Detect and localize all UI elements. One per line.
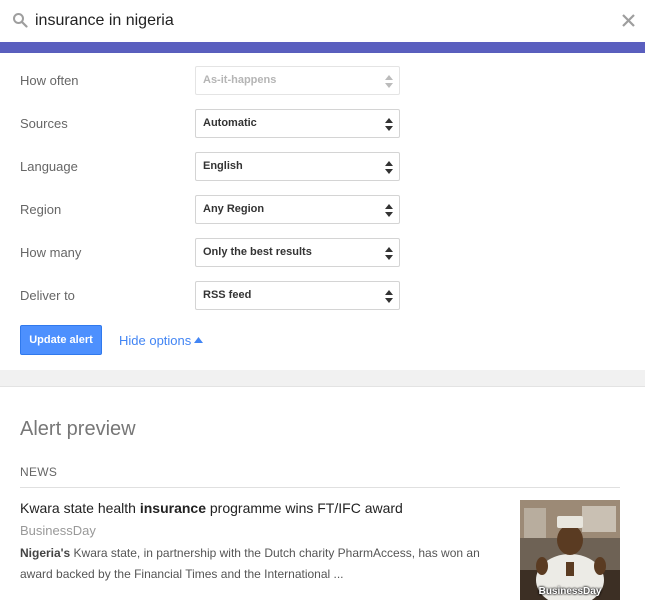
article-snippet: Nigeria's Kwara state, in partnership wi… <box>20 543 490 585</box>
close-icon[interactable] <box>620 12 637 29</box>
option-label: Language <box>20 159 78 174</box>
thumbnail-caption: BusinessDay <box>538 586 602 597</box>
option-value: Automatic <box>203 117 257 129</box>
caret-up-icon[interactable] <box>194 337 203 343</box>
divider <box>20 487 620 488</box>
snippet-text: Kwara state, in partnership with the Dut… <box>20 546 480 581</box>
option-row-region: Region Any Region <box>0 195 645 225</box>
option-value: As-it-happens <box>203 74 277 86</box>
option-label: Sources <box>20 116 68 131</box>
how-often-select: As-it-happens <box>195 66 400 95</box>
updown-arrows-icon <box>385 75 393 88</box>
option-row-how-many: How many Only the best results <box>0 238 645 268</box>
update-alert-button[interactable]: Update alert <box>20 325 102 355</box>
snippet-highlight: Nigeria's <box>20 546 71 560</box>
updown-arrows-icon <box>385 247 393 260</box>
option-row-how-often: How often As-it-happens <box>0 66 645 96</box>
search-bar <box>0 0 645 42</box>
section-separator <box>0 370 645 387</box>
option-row-deliver-to: Deliver to RSS feed <box>0 281 645 311</box>
article-source: BusinessDay <box>20 523 96 538</box>
option-label: How often <box>20 73 79 88</box>
option-value: English <box>203 160 243 172</box>
language-select[interactable]: English <box>195 152 400 181</box>
deliver-to-select[interactable]: RSS feed <box>195 281 400 310</box>
updown-arrows-icon <box>385 290 393 303</box>
option-value: Only the best results <box>203 246 312 258</box>
updown-arrows-icon <box>385 161 393 174</box>
option-value: Any Region <box>203 203 265 215</box>
article-title-text: programme wins FT/IFC award <box>206 500 403 516</box>
alert-options-panel: How often As-it-happens Sources Automati… <box>0 53 645 370</box>
article-title-link[interactable]: Kwara state health insurance programme w… <box>20 500 403 516</box>
option-row-language: Language English <box>0 152 645 182</box>
option-row-sources: Sources Automatic <box>0 109 645 139</box>
region-select[interactable]: Any Region <box>195 195 400 224</box>
news-section-label: NEWS <box>20 465 58 479</box>
thumbnail-photo <box>520 500 620 600</box>
option-value: RSS feed <box>203 289 252 301</box>
option-label: How many <box>20 245 82 260</box>
option-label: Deliver to <box>20 288 75 303</box>
updown-arrows-icon <box>385 118 393 131</box>
search-input[interactable] <box>35 9 595 33</box>
alert-preview-heading: Alert preview <box>20 418 136 440</box>
option-label: Region <box>20 202 62 217</box>
article-title-text: Kwara state health <box>20 500 140 516</box>
article-title-highlight: insurance <box>139 500 206 516</box>
updown-arrows-icon <box>385 204 393 217</box>
search-icon <box>13 13 28 28</box>
sources-select[interactable]: Automatic <box>195 109 400 138</box>
hide-options-link[interactable]: Hide options <box>119 333 191 348</box>
how-many-select[interactable]: Only the best results <box>195 238 400 267</box>
accent-bar <box>0 42 645 53</box>
article-thumbnail[interactable]: BusinessDay <box>520 500 620 600</box>
